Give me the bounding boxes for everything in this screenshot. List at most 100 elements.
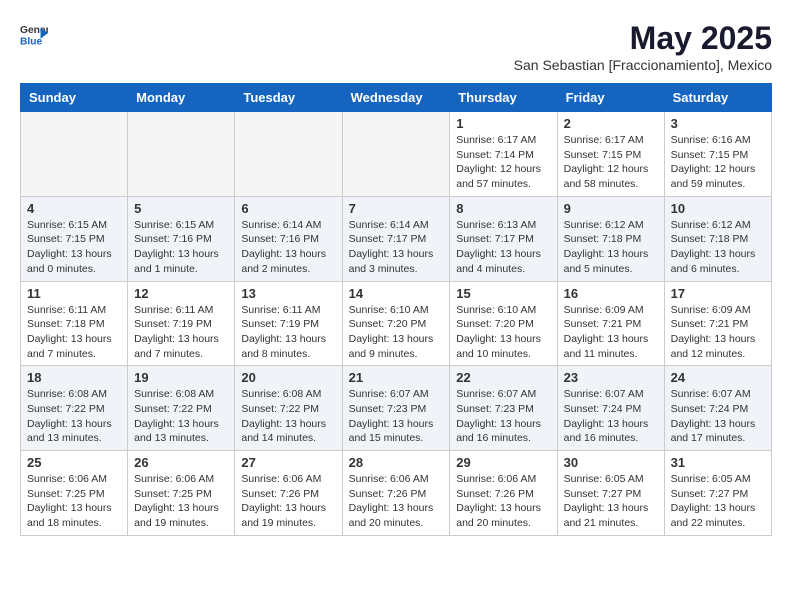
day-info: Sunrise: 6:06 AM Sunset: 7:26 PM Dayligh… bbox=[456, 472, 550, 531]
day-info: Sunrise: 6:16 AM Sunset: 7:15 PM Dayligh… bbox=[671, 133, 765, 192]
day-number: 28 bbox=[349, 455, 444, 470]
day-info: Sunrise: 6:06 AM Sunset: 7:26 PM Dayligh… bbox=[349, 472, 444, 531]
calendar-cell: 10 Sunrise: 6:12 AM Sunset: 7:18 PM Dayli… bbox=[664, 196, 771, 281]
day-number: 25 bbox=[27, 455, 121, 470]
calendar-cell: 30 Sunrise: 6:05 AM Sunset: 7:27 PM Dayli… bbox=[557, 451, 664, 536]
calendar-cell: 24 Sunrise: 6:07 AM Sunset: 7:24 PM Dayli… bbox=[664, 366, 771, 451]
day-number: 6 bbox=[241, 201, 335, 216]
day-number: 11 bbox=[27, 286, 121, 301]
day-info: Sunrise: 6:06 AM Sunset: 7:25 PM Dayligh… bbox=[134, 472, 228, 531]
day-info: Sunrise: 6:10 AM Sunset: 7:20 PM Dayligh… bbox=[456, 303, 550, 362]
weekday-header-tuesday: Tuesday bbox=[235, 84, 342, 112]
day-info: Sunrise: 6:05 AM Sunset: 7:27 PM Dayligh… bbox=[671, 472, 765, 531]
title-section: May 2025 San Sebastian [Fraccionamiento]… bbox=[514, 20, 772, 73]
day-number: 5 bbox=[134, 201, 228, 216]
day-info: Sunrise: 6:07 AM Sunset: 7:24 PM Dayligh… bbox=[671, 387, 765, 446]
day-info: Sunrise: 6:06 AM Sunset: 7:26 PM Dayligh… bbox=[241, 472, 335, 531]
day-info: Sunrise: 6:09 AM Sunset: 7:21 PM Dayligh… bbox=[564, 303, 658, 362]
calendar-cell: 18 Sunrise: 6:08 AM Sunset: 7:22 PM Dayli… bbox=[21, 366, 128, 451]
day-number: 1 bbox=[456, 116, 550, 131]
calendar-cell: 25 Sunrise: 6:06 AM Sunset: 7:25 PM Dayli… bbox=[21, 451, 128, 536]
day-number: 12 bbox=[134, 286, 228, 301]
calendar-cell: 20 Sunrise: 6:08 AM Sunset: 7:22 PM Dayli… bbox=[235, 366, 342, 451]
calendar-cell: 15 Sunrise: 6:10 AM Sunset: 7:20 PM Dayli… bbox=[450, 281, 557, 366]
day-info: Sunrise: 6:07 AM Sunset: 7:23 PM Dayligh… bbox=[456, 387, 550, 446]
day-number: 16 bbox=[564, 286, 658, 301]
weekday-header-friday: Friday bbox=[557, 84, 664, 112]
calendar-cell: 5 Sunrise: 6:15 AM Sunset: 7:16 PM Daylig… bbox=[128, 196, 235, 281]
day-number: 20 bbox=[241, 370, 335, 385]
calendar-cell bbox=[21, 112, 128, 197]
day-info: Sunrise: 6:11 AM Sunset: 7:19 PM Dayligh… bbox=[241, 303, 335, 362]
location-subtitle: San Sebastian [Fraccionamiento], Mexico bbox=[514, 57, 772, 73]
calendar-cell: 16 Sunrise: 6:09 AM Sunset: 7:21 PM Dayli… bbox=[557, 281, 664, 366]
weekday-header-wednesday: Wednesday bbox=[342, 84, 450, 112]
calendar-cell: 19Sunrise: 6:08 AM Sunset: 7:22 PM Dayli… bbox=[128, 366, 235, 451]
weekday-header-sunday: Sunday bbox=[21, 84, 128, 112]
calendar-cell: 29 Sunrise: 6:06 AM Sunset: 7:26 PM Dayli… bbox=[450, 451, 557, 536]
day-number: 22 bbox=[456, 370, 550, 385]
calendar-cell: 11 Sunrise: 6:11 AM Sunset: 7:18 PM Dayli… bbox=[21, 281, 128, 366]
calendar-cell: 1 Sunrise: 6:17 AM Sunset: 7:14 PM Daylig… bbox=[450, 112, 557, 197]
day-number: 13 bbox=[241, 286, 335, 301]
day-info: Sunrise: 6:07 AM Sunset: 7:24 PM Dayligh… bbox=[564, 387, 658, 446]
day-info: Sunrise: 6:12 AM Sunset: 7:18 PM Dayligh… bbox=[564, 218, 658, 277]
logo: General Blue bbox=[20, 20, 48, 48]
calendar-week-3: 11 Sunrise: 6:11 AM Sunset: 7:18 PM Dayli… bbox=[21, 281, 772, 366]
day-number: 17 bbox=[671, 286, 765, 301]
calendar-cell: 27Sunrise: 6:06 AM Sunset: 7:26 PM Dayli… bbox=[235, 451, 342, 536]
calendar-cell: 6Sunrise: 6:14 AM Sunset: 7:16 PM Daylig… bbox=[235, 196, 342, 281]
day-number: 18 bbox=[27, 370, 121, 385]
day-number: 2 bbox=[564, 116, 658, 131]
day-info: Sunrise: 6:15 AM Sunset: 7:15 PM Dayligh… bbox=[27, 218, 121, 277]
day-info: Sunrise: 6:10 AM Sunset: 7:20 PM Dayligh… bbox=[349, 303, 444, 362]
day-info: Sunrise: 6:12 AM Sunset: 7:18 PM Dayligh… bbox=[671, 218, 765, 277]
day-info: Sunrise: 6:14 AM Sunset: 7:17 PM Dayligh… bbox=[349, 218, 444, 277]
calendar-table: SundayMondayTuesdayWednesdayThursdayFrid… bbox=[20, 83, 772, 536]
calendar-week-4: 18 Sunrise: 6:08 AM Sunset: 7:22 PM Dayli… bbox=[21, 366, 772, 451]
weekday-header-thursday: Thursday bbox=[450, 84, 557, 112]
day-number: 24 bbox=[671, 370, 765, 385]
day-number: 19 bbox=[134, 370, 228, 385]
day-number: 8 bbox=[456, 201, 550, 216]
day-number: 14 bbox=[349, 286, 444, 301]
day-number: 23 bbox=[564, 370, 658, 385]
weekday-header-row: SundayMondayTuesdayWednesdayThursdayFrid… bbox=[21, 84, 772, 112]
calendar-cell: 3 Sunrise: 6:16 AM Sunset: 7:15 PM Daylig… bbox=[664, 112, 771, 197]
day-number: 15 bbox=[456, 286, 550, 301]
day-number: 29 bbox=[456, 455, 550, 470]
logo-icon: General Blue bbox=[20, 20, 48, 48]
day-info: Sunrise: 6:07 AM Sunset: 7:23 PM Dayligh… bbox=[349, 387, 444, 446]
day-number: 4 bbox=[27, 201, 121, 216]
day-info: Sunrise: 6:11 AM Sunset: 7:18 PM Dayligh… bbox=[27, 303, 121, 362]
day-info: Sunrise: 6:08 AM Sunset: 7:22 PM Dayligh… bbox=[241, 387, 335, 446]
day-number: 9 bbox=[564, 201, 658, 216]
calendar-week-5: 25 Sunrise: 6:06 AM Sunset: 7:25 PM Dayli… bbox=[21, 451, 772, 536]
day-number: 21 bbox=[349, 370, 444, 385]
day-info: Sunrise: 6:15 AM Sunset: 7:16 PM Dayligh… bbox=[134, 218, 228, 277]
day-info: Sunrise: 6:06 AM Sunset: 7:25 PM Dayligh… bbox=[27, 472, 121, 531]
calendar-cell: 23 Sunrise: 6:07 AM Sunset: 7:24 PM Dayli… bbox=[557, 366, 664, 451]
day-number: 10 bbox=[671, 201, 765, 216]
calendar-cell: 21 Sunrise: 6:07 AM Sunset: 7:23 PM Dayli… bbox=[342, 366, 450, 451]
calendar-cell: 17Sunrise: 6:09 AM Sunset: 7:21 PM Dayli… bbox=[664, 281, 771, 366]
svg-text:Blue: Blue bbox=[20, 36, 43, 47]
calendar-cell bbox=[342, 112, 450, 197]
day-number: 31 bbox=[671, 455, 765, 470]
month-year-title: May 2025 bbox=[514, 20, 772, 57]
day-number: 30 bbox=[564, 455, 658, 470]
day-number: 26 bbox=[134, 455, 228, 470]
calendar-cell: 13 Sunrise: 6:11 AM Sunset: 7:19 PM Dayli… bbox=[235, 281, 342, 366]
calendar-cell bbox=[235, 112, 342, 197]
weekday-header-monday: Monday bbox=[128, 84, 235, 112]
calendar-cell bbox=[128, 112, 235, 197]
calendar-cell: 4 Sunrise: 6:15 AM Sunset: 7:15 PM Daylig… bbox=[21, 196, 128, 281]
calendar-cell: 14 Sunrise: 6:10 AM Sunset: 7:20 PM Dayli… bbox=[342, 281, 450, 366]
day-info: Sunrise: 6:08 AM Sunset: 7:22 PM Dayligh… bbox=[27, 387, 121, 446]
day-info: Sunrise: 6:05 AM Sunset: 7:27 PM Dayligh… bbox=[564, 472, 658, 531]
calendar-week-1: 1 Sunrise: 6:17 AM Sunset: 7:14 PM Daylig… bbox=[21, 112, 772, 197]
day-info: Sunrise: 6:17 AM Sunset: 7:14 PM Dayligh… bbox=[456, 133, 550, 192]
calendar-cell: 31 Sunrise: 6:05 AM Sunset: 7:27 PM Dayli… bbox=[664, 451, 771, 536]
day-number: 3 bbox=[671, 116, 765, 131]
calendar-cell: 7Sunrise: 6:14 AM Sunset: 7:17 PM Daylig… bbox=[342, 196, 450, 281]
